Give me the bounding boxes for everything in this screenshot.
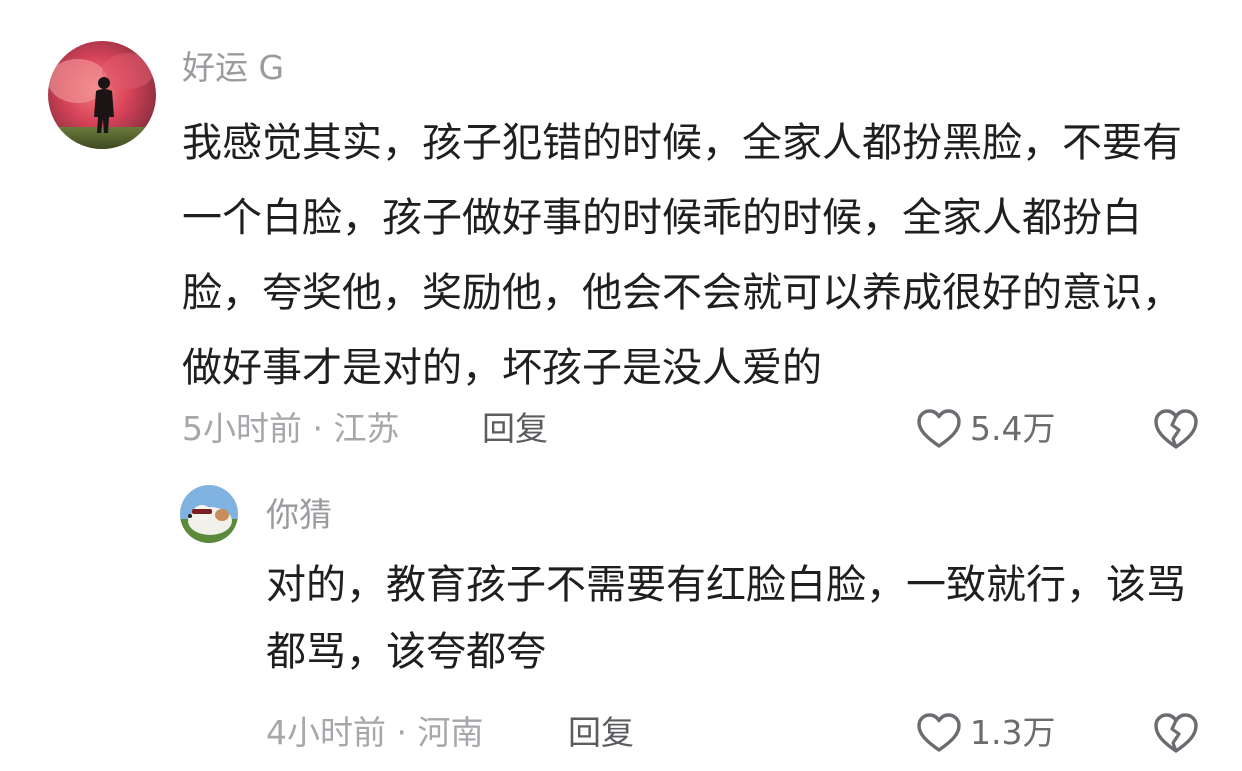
like-count: 1.3万 — [970, 713, 1056, 752]
reply-button[interactable]: 回复 — [568, 708, 634, 758]
silhouette-avatar-icon — [48, 41, 156, 149]
avatar[interactable] — [180, 485, 238, 543]
like-count: 5.4万 — [970, 409, 1056, 448]
comment-username[interactable]: 好运 G — [182, 46, 284, 90]
comment-meta-row: 5小时前 · 江苏 回复 5.4万 — [182, 404, 1200, 454]
dog-avatar-icon — [180, 485, 238, 543]
reply-username[interactable]: 你猜 — [266, 493, 332, 537]
reply-item: 你猜 对的，教育孩子不需要有红脸白脸，一致就行，该骂都骂，该夸都夸 4小时前 ·… — [0, 460, 1242, 771]
like-button[interactable]: 5.4万 — [916, 404, 1055, 454]
broken-heart-icon[interactable] — [1152, 407, 1200, 451]
comment-time-location: 5小时前 · 江苏 — [182, 409, 400, 448]
comment-text: 我感觉其实，孩子犯错的时候，全家人都扮黑脸，不要有一个白脸，孩子做好事的时候乖的… — [182, 120, 1182, 391]
heart-outline-icon — [917, 409, 961, 448]
avatar[interactable] — [48, 41, 156, 149]
reply-text: 对的，教育孩子不需要有红脸白脸，一致就行，该骂都骂，该夸都夸 — [266, 562, 1186, 675]
reply-meta-row: 4小时前 · 河南 回复 1.3万 — [266, 708, 1200, 758]
reply-button[interactable]: 回复 — [482, 404, 548, 454]
reply-time-location: 4小时前 · 河南 — [266, 713, 484, 752]
broken-heart-icon[interactable] — [1152, 711, 1200, 755]
comment-item: 好运 G 我感觉其实，孩子犯错的时候，全家人都扮黑脸，不要有一个白脸，孩子做好事… — [0, 0, 1242, 460]
like-button[interactable]: 1.3万 — [916, 708, 1055, 758]
heart-outline-icon — [917, 713, 961, 752]
